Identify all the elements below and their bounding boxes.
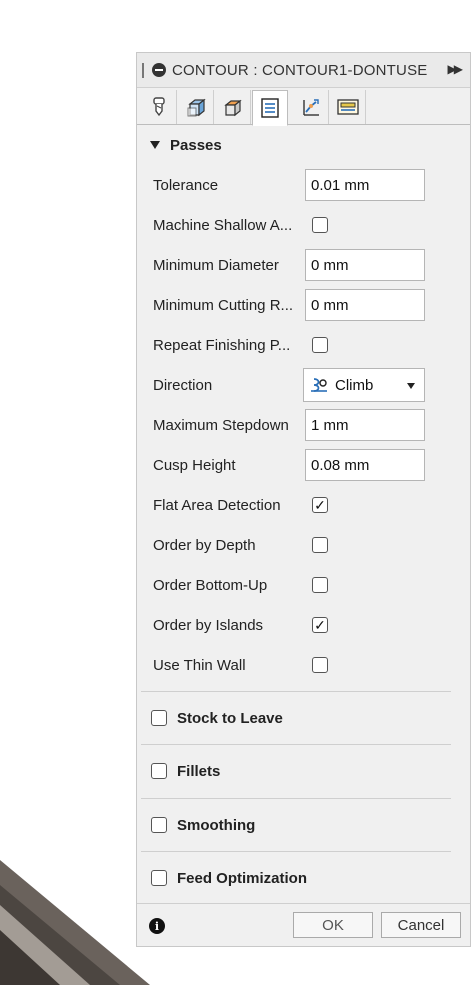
tab-heights[interactable] xyxy=(215,90,251,124)
order-islands-row: Order by Islands ✓ xyxy=(137,608,470,642)
cusp-height-input[interactable]: 0.08 mm xyxy=(305,449,425,481)
thin-wall-label: Use Thin Wall xyxy=(153,656,246,674)
min-diameter-input[interactable]: 0 mm xyxy=(305,249,425,281)
geometry-icon xyxy=(187,98,206,117)
thin-wall-row: Use Thin Wall xyxy=(137,648,470,682)
post-process-icon xyxy=(336,99,359,115)
drag-handle-icon[interactable] xyxy=(142,62,144,78)
min-cutting-row: Minimum Cutting R... 0 mm xyxy=(137,288,470,322)
collapse-icon[interactable] xyxy=(152,63,166,77)
expand-icon[interactable]: ▶▶ xyxy=(448,62,464,76)
caret-down-icon xyxy=(150,141,160,149)
tab-passes[interactable] xyxy=(252,90,288,126)
direction-label: Direction xyxy=(153,376,213,394)
tab-bar xyxy=(137,88,470,126)
divider xyxy=(141,744,451,745)
repeat-finishing-label: Repeat Finishing P... xyxy=(153,336,291,354)
min-cutting-input[interactable]: 0 mm xyxy=(305,289,425,321)
order-depth-checkbox[interactable] xyxy=(312,537,328,553)
direction-value: Climb xyxy=(335,376,374,394)
smoothing-group[interactable]: Smoothing xyxy=(137,805,470,845)
min-diameter-row: Minimum Diameter 0 mm xyxy=(137,248,470,282)
cancel-button[interactable]: Cancel xyxy=(381,912,461,938)
feed-optimization-label: Feed Optimization xyxy=(177,869,308,887)
flat-area-checkbox[interactable]: ✓ xyxy=(312,497,328,513)
cusp-height-row: Cusp Height 0.08 mm xyxy=(137,448,470,482)
dialog-title: CONTOUR : CONTOUR1-DONTUSE xyxy=(172,61,428,79)
flat-area-row: Flat Area Detection ✓ xyxy=(137,488,470,522)
stock-to-leave-label: Stock to Leave xyxy=(177,709,283,727)
direction-row: Direction Climb xyxy=(137,368,470,402)
checkmark-icon: ✓ xyxy=(314,617,326,633)
passes-section-header[interactable]: Passes xyxy=(137,127,470,163)
max-stepdown-row: Maximum Stepdown 1 mm xyxy=(137,408,470,442)
chevron-down-icon xyxy=(407,383,415,389)
max-stepdown-label: Maximum Stepdown xyxy=(153,416,289,434)
tab-geometry[interactable] xyxy=(178,90,214,124)
dialog-titlebar[interactable]: CONTOUR : CONTOUR1-DONTUSE ▶▶ xyxy=(137,53,470,88)
repeat-finishing-checkbox[interactable] xyxy=(312,337,328,353)
passes-icon xyxy=(261,98,279,118)
machine-shallow-row: Machine Shallow A... xyxy=(137,208,470,242)
repeat-finishing-row: Repeat Finishing P... xyxy=(137,328,470,362)
tab-tool[interactable] xyxy=(141,90,177,124)
min-cutting-label: Minimum Cutting R... xyxy=(153,296,294,314)
order-bottom-up-label: Order Bottom-Up xyxy=(153,576,268,594)
order-depth-row: Order by Depth xyxy=(137,528,470,562)
section-title: Passes xyxy=(170,136,222,154)
tolerance-row: Tolerance 0.01 mm xyxy=(137,168,470,202)
tab-post-process[interactable] xyxy=(330,90,366,124)
stock-to-leave-checkbox[interactable] xyxy=(151,710,167,726)
tab-linking[interactable] xyxy=(293,90,329,124)
smoothing-label: Smoothing xyxy=(177,816,256,834)
order-depth-label: Order by Depth xyxy=(153,536,256,554)
fillets-label: Fillets xyxy=(177,762,221,780)
order-bottom-up-checkbox[interactable] xyxy=(312,577,328,593)
flat-area-label: Flat Area Detection xyxy=(153,496,281,514)
tolerance-input[interactable]: 0.01 mm xyxy=(305,169,425,201)
thin-wall-checkbox[interactable] xyxy=(312,657,328,673)
stock-to-leave-group[interactable]: Stock to Leave xyxy=(137,698,470,738)
divider xyxy=(141,798,451,799)
order-bottom-up-row: Order Bottom-Up xyxy=(137,568,470,602)
info-icon[interactable]: i xyxy=(149,918,165,934)
cusp-height-label: Cusp Height xyxy=(153,456,236,474)
min-diameter-label: Minimum Diameter xyxy=(153,256,279,274)
divider xyxy=(141,851,451,852)
machine-shallow-checkbox[interactable] xyxy=(312,217,328,233)
order-islands-checkbox[interactable]: ✓ xyxy=(312,617,328,633)
contour-dialog: CONTOUR : CONTOUR1-DONTUSE ▶▶ Passes Tol… xyxy=(136,52,471,947)
divider xyxy=(141,691,451,692)
linking-icon xyxy=(302,99,319,116)
climb-icon xyxy=(311,378,327,392)
checkmark-icon: ✓ xyxy=(314,497,326,513)
fillets-checkbox[interactable] xyxy=(151,763,167,779)
heights-icon xyxy=(223,99,242,117)
dialog-footer: i OK Cancel xyxy=(137,903,470,946)
feed-optimization-checkbox[interactable] xyxy=(151,870,167,886)
order-islands-label: Order by Islands xyxy=(153,616,264,634)
fillets-group[interactable]: Fillets xyxy=(137,751,470,791)
direction-select[interactable]: Climb xyxy=(303,368,425,402)
machine-shallow-label: Machine Shallow A... xyxy=(153,216,293,234)
tool-icon xyxy=(152,97,165,117)
ok-button[interactable]: OK xyxy=(293,912,373,938)
max-stepdown-input[interactable]: 1 mm xyxy=(305,409,425,441)
smoothing-checkbox[interactable] xyxy=(151,817,167,833)
feed-optimization-group[interactable]: Feed Optimization xyxy=(137,858,470,898)
tolerance-label: Tolerance xyxy=(153,176,219,194)
